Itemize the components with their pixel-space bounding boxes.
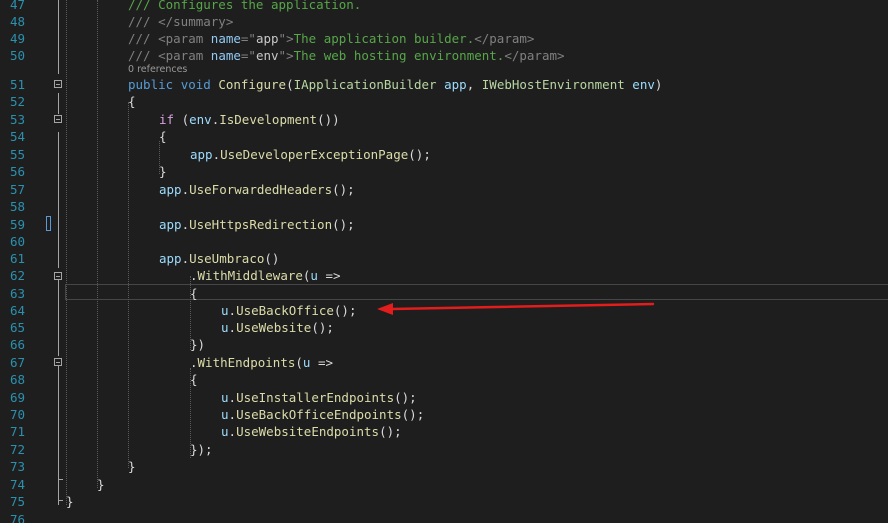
code-editor[interactable]: 0 references 47/// Configures the applic… (0, 0, 888, 523)
annotation-arrow (377, 302, 655, 315)
arrow-shaft (390, 302, 655, 311)
arrow-head (377, 303, 393, 315)
